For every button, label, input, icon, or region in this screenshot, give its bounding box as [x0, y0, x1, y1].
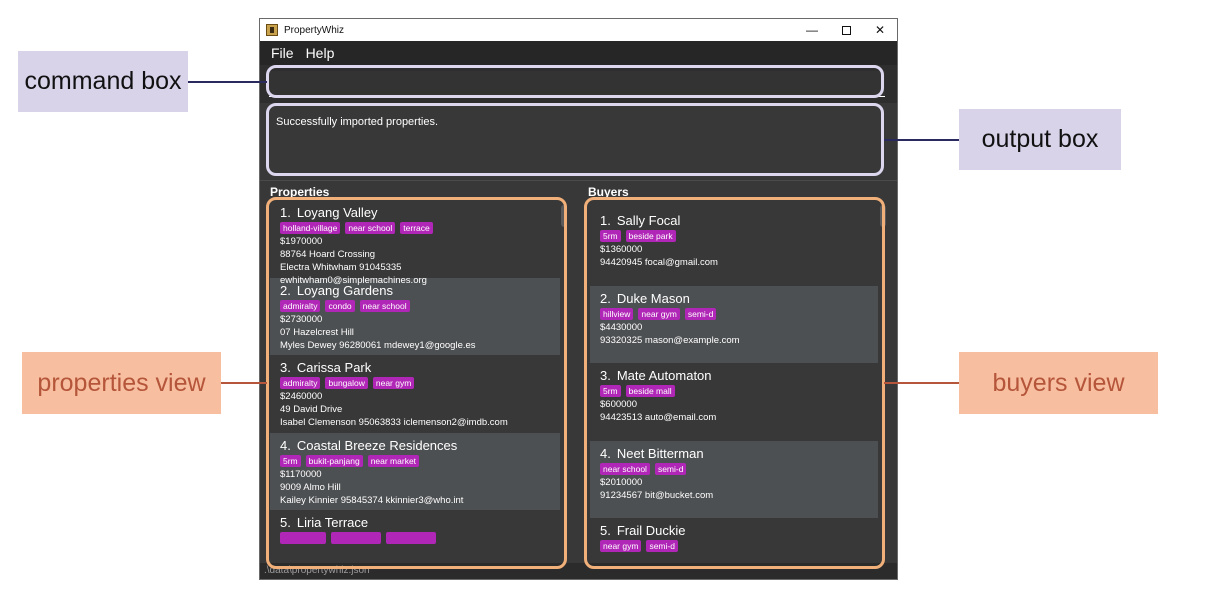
- menu-bar: File Help: [260, 41, 897, 65]
- command-box-highlight: [266, 65, 884, 98]
- properties-view-connector: [221, 382, 267, 384]
- buyers-view-connector: [884, 382, 959, 384]
- menu-help[interactable]: Help: [306, 45, 335, 61]
- command-box-callout: command box: [18, 51, 188, 112]
- app-logo-icon: [266, 24, 278, 36]
- buyers-view-highlight: [584, 197, 885, 569]
- title-bar[interactable]: PropertyWhiz — ✕: [260, 19, 897, 41]
- buyers-view-callout: buyers view: [959, 352, 1158, 414]
- window-title: PropertyWhiz: [284, 24, 345, 36]
- output-box-highlight: [266, 103, 884, 176]
- window-controls: — ✕: [795, 19, 897, 41]
- output-box-callout: output box: [959, 109, 1121, 170]
- properties-view-highlight: [266, 197, 567, 569]
- maximize-icon: [841, 25, 851, 35]
- output-box-connector: [884, 139, 959, 141]
- minimize-button[interactable]: —: [795, 19, 829, 41]
- properties-view-callout: properties view: [22, 352, 221, 414]
- command-box-connector: [188, 81, 267, 83]
- menu-file[interactable]: File: [271, 45, 294, 61]
- maximize-button[interactable]: [829, 19, 863, 41]
- close-button[interactable]: ✕: [863, 19, 897, 41]
